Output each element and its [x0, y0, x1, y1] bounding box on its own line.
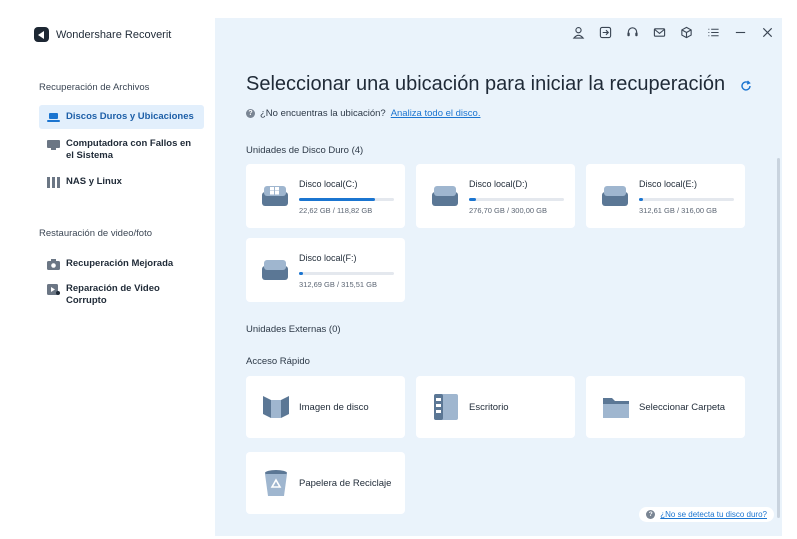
quick-select-folder[interactable]: Seleccionar Carpeta	[586, 376, 745, 438]
drive-usage-bar	[639, 198, 734, 201]
quick-disk-image[interactable]: Imagen de disco	[246, 376, 405, 438]
mail-icon[interactable]	[652, 25, 666, 39]
cube-icon[interactable]	[679, 25, 693, 39]
camera-icon	[47, 259, 60, 270]
help-link-text: ¿No se detecta tu disco duro?	[660, 510, 767, 519]
sidebar: Wondershare Recoverit Recuperación de Ar…	[22, 18, 215, 536]
drive-usage-bar	[299, 272, 394, 275]
quick-label: Papelera de Reciclaje	[299, 478, 392, 489]
drive-card-e[interactable]: Disco local(E:) 312,61 GB / 316,00 GB	[586, 164, 745, 228]
drive-not-detected-link[interactable]: ? ¿No se detecta tu disco duro?	[639, 507, 774, 522]
menu-list-icon[interactable]	[706, 25, 720, 39]
hard-drive-icon	[262, 260, 288, 280]
sidebar-item-video-repair[interactable]: Reparación de Video Corrupto	[39, 277, 204, 313]
drive-name: Disco local(C:)	[299, 179, 358, 189]
question-icon: ?	[646, 510, 656, 519]
quick-label: Imagen de disco	[299, 402, 369, 413]
laptop-icon	[47, 113, 60, 122]
drive-name: Disco local(F:)	[299, 253, 357, 263]
sidebar-item-nas-linux[interactable]: NAS y Linux	[39, 170, 204, 194]
hard-drive-icon	[432, 186, 458, 206]
close-icon[interactable]	[760, 25, 774, 39]
drive-card-c[interactable]: Disco local(C:) 22,62 GB / 118,82 GB	[246, 164, 405, 228]
quick-label: Escritorio	[469, 402, 509, 413]
quick-access-heading: Acceso Rápido	[246, 356, 310, 367]
disk-image-icon	[263, 396, 289, 418]
monitor-icon	[47, 140, 60, 150]
scrollbar[interactable]	[777, 158, 780, 518]
hard-drive-icon	[602, 186, 628, 206]
quick-recycle-bin[interactable]: Papelera de Reciclaje	[246, 452, 405, 514]
windows-drive-icon	[262, 186, 288, 206]
drive-card-f[interactable]: Disco local(F:) 312,69 GB / 315,51 GB	[246, 238, 405, 302]
sidebar-item-label: Discos Duros y Ubicaciones	[66, 111, 194, 122]
sidebar-item-enhanced-recovery[interactable]: Recuperación Mejorada	[39, 252, 204, 276]
main-panel: Seleccionar una ubicación para iniciar l…	[215, 18, 782, 536]
question-icon: ?	[246, 109, 255, 118]
section-title-video-photo: Restauración de video/foto	[39, 228, 153, 239]
quick-label: Seleccionar Carpeta	[639, 402, 726, 413]
app-title: Wondershare Recoverit	[56, 28, 172, 41]
minimize-icon[interactable]	[733, 25, 747, 39]
section-title-file-recovery: Recuperación de Archivos	[39, 82, 150, 93]
sidebar-item-label: NAS y Linux	[66, 176, 122, 187]
drive-usage-fill	[639, 198, 643, 201]
drive-name: Disco local(E:)	[639, 179, 698, 189]
drive-name: Disco local(D:)	[469, 179, 528, 189]
drive-usage-bar	[469, 198, 564, 201]
drive-card-d[interactable]: Disco local(D:) 276,70 GB / 300,00 GB	[416, 164, 575, 228]
sidebar-item-label: Recuperación Mejorada	[66, 258, 174, 269]
title-bar-controls	[571, 25, 774, 39]
quick-desktop[interactable]: Escritorio	[416, 376, 575, 438]
sidebar-item-label: Computadora con Fallos en el Sistema	[66, 138, 192, 161]
page-title: Seleccionar una ubicación para iniciar l…	[246, 73, 726, 95]
external-drives-heading: Unidades Externas (0)	[246, 324, 341, 335]
nas-server-icon	[47, 177, 60, 188]
drive-size: 312,61 GB / 316,00 GB	[639, 206, 717, 215]
sidebar-item-crashed-computer[interactable]: Computadora con Fallos en el Sistema	[39, 132, 204, 168]
sidebar-item-hard-drives[interactable]: Discos Duros y Ubicaciones	[39, 105, 204, 129]
sign-in-icon[interactable]	[598, 25, 612, 39]
user-account-icon[interactable]	[571, 25, 585, 39]
drive-size: 276,70 GB / 300,00 GB	[469, 206, 547, 215]
scan-whole-disk-link[interactable]: Analiza todo el disco.	[391, 108, 481, 119]
headset-support-icon[interactable]	[625, 25, 639, 39]
recycle-bin-icon	[265, 470, 287, 496]
video-repair-icon	[47, 284, 60, 295]
sidebar-item-label: Reparación de Video Corrupto	[66, 283, 160, 306]
folder-icon	[603, 398, 629, 418]
desktop-icon	[434, 394, 458, 420]
brand: Wondershare Recoverit	[34, 27, 171, 42]
location-hint: ? ¿No encuentras la ubicación? Analiza t…	[246, 108, 480, 119]
recoverit-logo-icon	[34, 27, 49, 42]
drive-usage-fill	[469, 198, 476, 201]
drive-size: 22,62 GB / 118,82 GB	[299, 206, 373, 215]
drive-usage-fill	[299, 272, 303, 275]
app-window: Wondershare Recoverit Recuperación de Ar…	[22, 18, 782, 536]
drive-usage-fill	[299, 198, 375, 201]
hint-text: ¿No encuentras la ubicación?	[260, 108, 386, 119]
hard-drives-heading: Unidades de Disco Duro (4)	[246, 145, 364, 156]
refresh-icon[interactable]	[740, 80, 752, 92]
drive-size: 312,69 GB / 315,51 GB	[299, 280, 377, 289]
drive-usage-bar	[299, 198, 394, 201]
